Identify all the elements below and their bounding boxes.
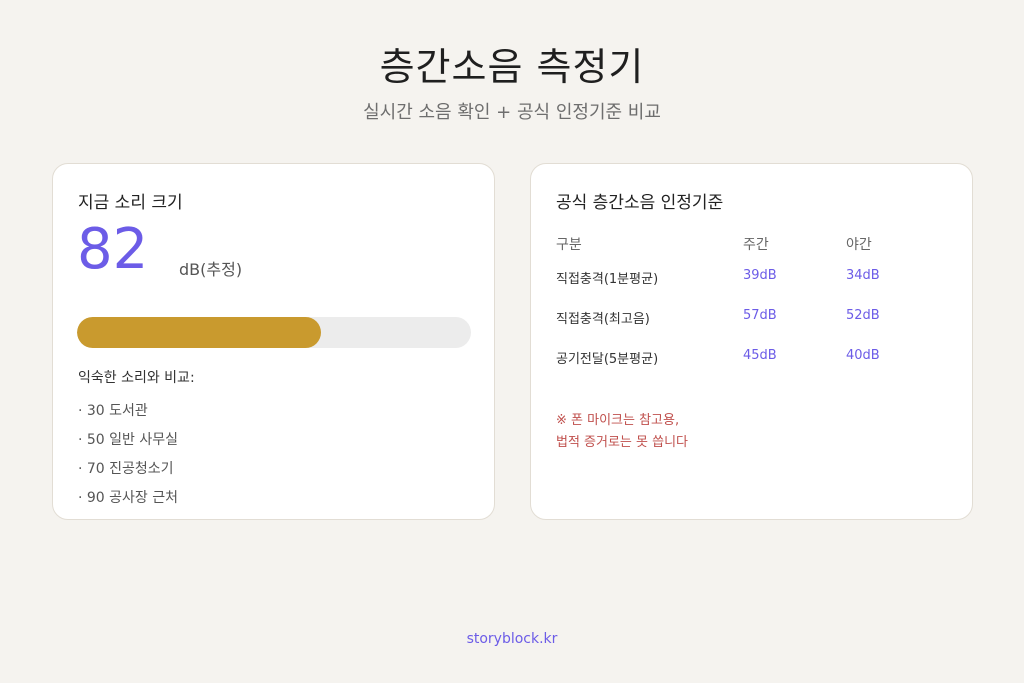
table-row: 직접충격(1분평균) 39dB 34dB (556, 268, 956, 308)
table-header-row: 구분 주간 야간 (556, 234, 956, 268)
column-header-category: 구분 (556, 237, 582, 253)
level-meter (77, 317, 471, 348)
row-day-value: 57dB (743, 308, 777, 323)
standards-table: 구분 주간 야간 직접충격(1분평균) 39dB 34dB 직접충격(최고음) … (556, 234, 956, 388)
page-subtitle: 실시간 소음 확인 + 공식 인정기준 비교 (363, 102, 661, 123)
row-category: 공기전달(5분평균) (556, 352, 659, 367)
sound-level-card: 지금 소리 크기 82 dB(추정) 익숙한 소리와 비교: · 30 도서관 … (52, 163, 495, 520)
decibel-unit: dB(추정) (179, 260, 243, 279)
footer-link[interactable]: storyblock.kr (0, 631, 1024, 647)
level-meter-fill (77, 317, 322, 348)
compare-item: · 30 도서관 (78, 403, 148, 419)
page: 층간소음 측정기 실시간 소음 확인 + 공식 인정기준 비교 지금 소리 크기… (0, 0, 1024, 683)
row-category: 직접충격(1분평균) (556, 272, 659, 287)
sound-level-heading: 지금 소리 크기 (78, 193, 183, 213)
table-row: 공기전달(5분평균) 45dB 40dB (556, 348, 956, 388)
column-header-night: 야간 (846, 237, 872, 253)
column-header-day: 주간 (743, 237, 769, 253)
standards-heading: 공식 층간소음 인정기준 (556, 193, 724, 213)
disclaimer-line: ※ 폰 마이크는 참고용, (556, 413, 680, 428)
compare-title: 익숙한 소리와 비교: (78, 370, 195, 386)
page-title: 층간소음 측정기 (379, 45, 645, 89)
row-day-value: 45dB (743, 348, 777, 363)
disclaimer-note: ※ 폰 마이크는 참고용, 법적 증거로는 못 씁니다 (556, 410, 688, 454)
row-day-value: 39dB (743, 268, 777, 283)
row-category: 직접충격(최고음) (556, 312, 650, 327)
decibel-value: 82 (77, 217, 149, 282)
disclaimer-line: 법적 증거로는 못 씁니다 (556, 435, 688, 450)
compare-list: · 30 도서관 · 50 일반 사무실 · 70 진공청소기 · 90 공사장… (78, 401, 178, 517)
row-night-value: 34dB (846, 268, 880, 283)
compare-item: · 50 일반 사무실 (78, 432, 179, 448)
row-night-value: 52dB (846, 308, 880, 323)
table-row: 직접충격(최고음) 57dB 52dB (556, 308, 956, 348)
row-night-value: 40dB (846, 348, 880, 363)
compare-item: · 70 진공청소기 (78, 461, 174, 477)
standards-card: 공식 층간소음 인정기준 구분 주간 야간 직접충격(1분평균) 39dB 34… (530, 163, 973, 520)
compare-item: · 90 공사장 근처 (78, 490, 179, 506)
